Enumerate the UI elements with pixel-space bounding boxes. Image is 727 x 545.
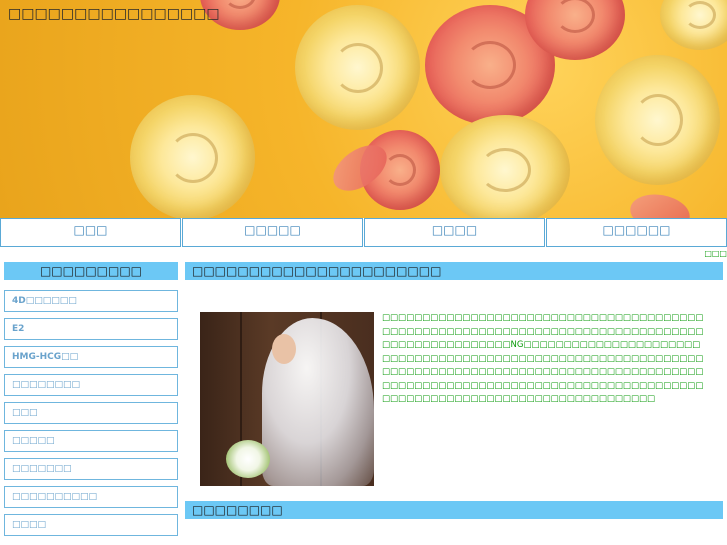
sidebar-item-4d[interactable]: 4D□□□□□□: [4, 290, 178, 312]
header-banner: □□□□□□□□□□□□□□□□: [0, 0, 727, 218]
ticker-text: □□□: [704, 249, 727, 258]
flower-image: [295, 5, 420, 130]
site-title: □□□□□□□□□□□□□□□□: [8, 6, 220, 22]
nav-item-2[interactable]: □□□□□: [182, 218, 363, 247]
flower-image: [595, 55, 720, 185]
sidebar-heading: □□□□□□□□□: [4, 262, 178, 280]
petal-image: [627, 190, 693, 218]
flower-image: [660, 0, 727, 50]
article-heading: □□□□□□□□□□□□□□□□□□□□□□: [185, 262, 723, 280]
sidebar-item-4[interactable]: □□□□□□□□: [4, 374, 178, 396]
bride-photo: [200, 312, 374, 486]
sidebar-item-8[interactable]: □□□□□□□□□□: [4, 486, 178, 508]
sidebar: □□□□□□□□□ 4D□□□□□□ E2 HMG-HCG□□ □□□□□□□□…: [4, 262, 178, 542]
sidebar-item-hmg-hcg[interactable]: HMG-HCG□□: [4, 346, 178, 368]
main-content: □□□□□□□□□□□□□□□□□□□□□□ □□□□□□□□□□□□□□□□□…: [185, 262, 723, 545]
article-body: □□□□□□□□□□□□□□□□□□□□□□□□□□□□□□□□□□□□□□□□…: [382, 313, 704, 404]
nav-item-3[interactable]: □□□□: [364, 218, 545, 247]
main-nav: □□□ □□□□□ □□□□ □□□□□□: [0, 218, 727, 247]
sidebar-item-6[interactable]: □□□□□: [4, 430, 178, 452]
flower-image: [440, 115, 570, 218]
sidebar-item-e2[interactable]: E2: [4, 318, 178, 340]
nav-item-home[interactable]: □□□: [0, 218, 181, 247]
flower-image: [130, 95, 255, 218]
sidebar-item-9[interactable]: □□□□: [4, 514, 178, 536]
sidebar-item-5[interactable]: □□□: [4, 402, 178, 424]
article: □□□□□□□□□□□□□□□□□□□□□□□□□□□□□□□□□□□□□□□□…: [185, 280, 723, 501]
nav-item-4[interactable]: □□□□□□: [546, 218, 727, 247]
stats-heading: □□□□□□□□: [185, 501, 723, 519]
sidebar-item-7[interactable]: □□□□□□□: [4, 458, 178, 480]
